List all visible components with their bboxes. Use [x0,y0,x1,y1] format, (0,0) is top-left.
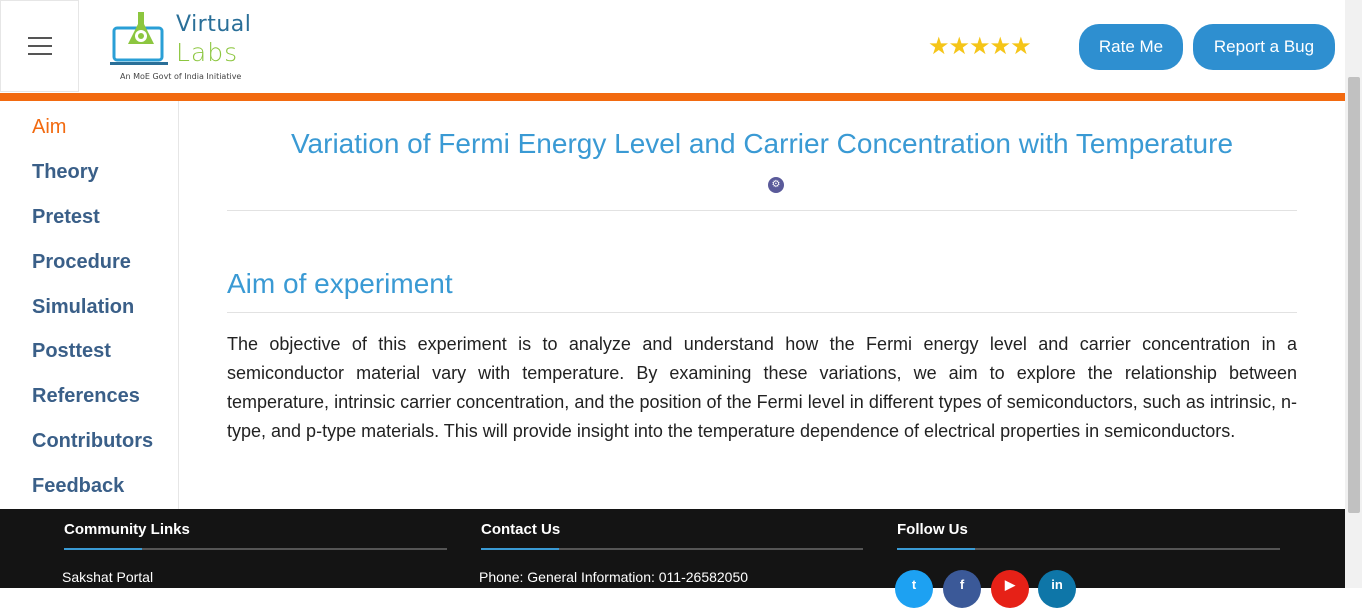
rating-stars[interactable]: ★★★★★ [928,32,1032,60]
sidebar-item-posttest[interactable]: Posttest [32,340,111,363]
sidebar-item-aim[interactable]: Aim [32,116,66,139]
community-divider-accent [64,548,142,550]
contact-us-heading: Contact Us [481,521,561,538]
logo-word-virtual: Virtual [176,12,252,37]
institute-logo-icon: ⚙ [768,177,784,193]
logo-word-labs: Labs [176,38,239,67]
contact-divider-accent [481,548,559,550]
sidebar-item-procedure[interactable]: Procedure [32,251,131,274]
page-title: Variation of Fermi Energy Level and Carr… [290,128,1234,159]
sidebar-item-contributors[interactable]: Contributors [32,430,153,453]
flask-gear-icon [110,12,168,65]
top-navbar: Virtual Labs An MoE Govt of India Initia… [0,0,1345,93]
facebook-icon[interactable]: f [943,570,981,608]
sidebar-item-pretest[interactable]: Pretest [32,206,100,229]
site-footer: Community Links Sakshat Portal Contact U… [0,509,1345,608]
youtube-icon[interactable]: ▶ [991,570,1029,608]
logo-tagline: An MoE Govt of India Initiative [120,72,242,81]
report-bug-button[interactable]: Report a Bug [1193,24,1335,70]
sakshat-portal-link[interactable]: Sakshat Portal [62,569,153,585]
rate-me-button[interactable]: Rate Me [1079,24,1183,70]
scrollbar-thumb[interactable] [1348,77,1360,513]
community-links-heading: Community Links [64,521,190,538]
sidebar-item-simulation[interactable]: Simulation [32,296,134,319]
twitter-icon[interactable]: t [895,570,933,608]
sidebar-item-feedback[interactable]: Feedback [32,475,124,498]
sidebar-item-theory[interactable]: Theory [32,161,99,184]
sidebar-nav: Aim Theory Pretest Procedure Simulation … [0,101,179,509]
section-heading: Aim of experiment [227,268,453,299]
sidebar-item-references[interactable]: References [32,385,140,408]
aim-paragraph: The objective of this experiment is to a… [227,334,1297,441]
follow-us-heading: Follow Us [897,521,968,538]
title-divider [227,210,1297,211]
follow-divider-accent [897,548,975,550]
hamburger-menu-button[interactable] [0,0,79,92]
section-divider [227,312,1297,313]
header-accent-bar [0,93,1345,101]
linkedin-icon[interactable]: in [1038,570,1076,608]
hamburger-icon [27,37,52,55]
contact-phone: Phone: General Information: 011-26582050 [479,569,749,585]
virtual-labs-logo[interactable]: Virtual Labs An MoE Govt of India Initia… [108,6,258,86]
